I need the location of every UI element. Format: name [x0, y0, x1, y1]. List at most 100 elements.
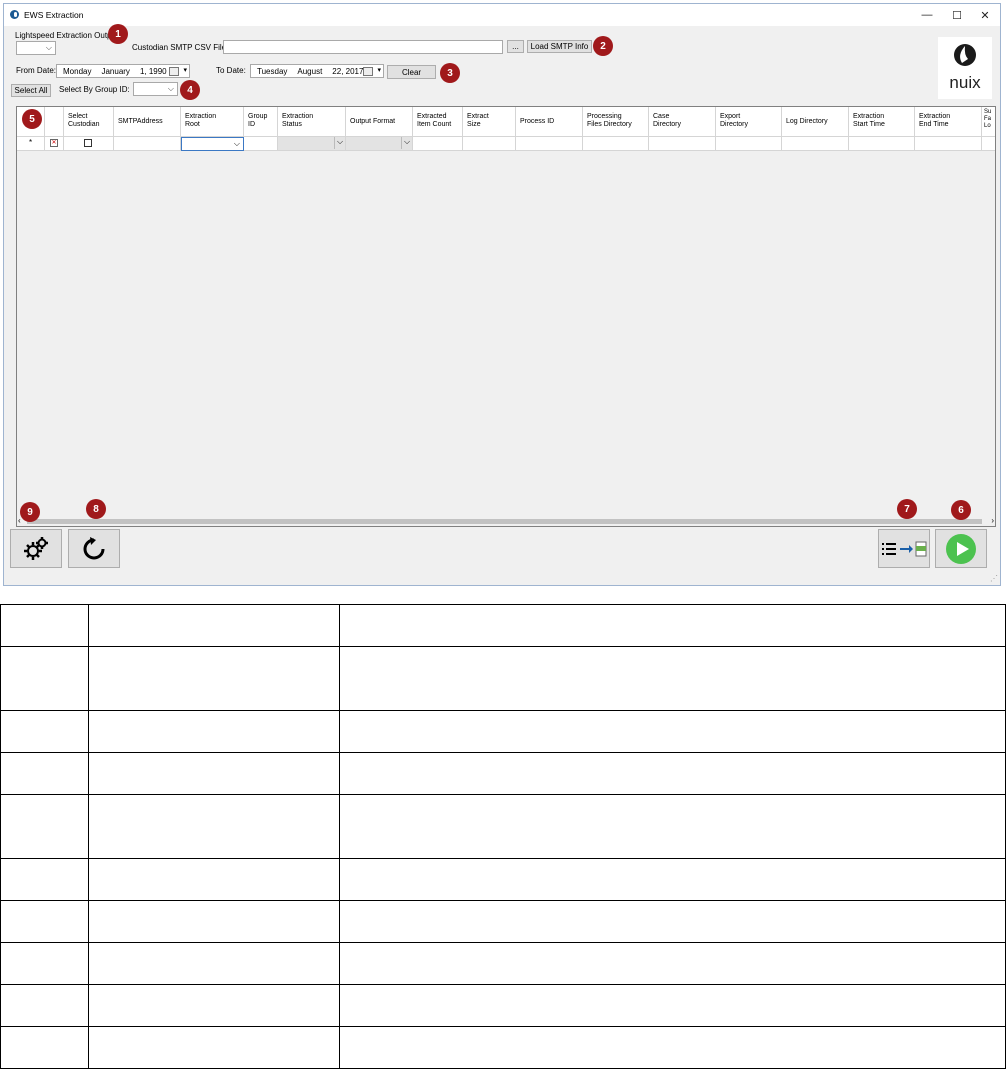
resize-grip-icon[interactable]: ⋰: [990, 574, 998, 583]
grid-column-process-id[interactable]: Process ID: [516, 107, 583, 137]
table-cell: [88, 942, 340, 985]
extraction-root-dropdown[interactable]: ⌵: [181, 137, 244, 151]
to-date-picker[interactable]: Tuesday August 22, 2017 ▾: [250, 64, 384, 78]
from-date-picker[interactable]: Monday January 1, 1990 ▾: [56, 64, 190, 78]
grid-column-smtp-address[interactable]: SMTPAddress: [114, 107, 181, 137]
smtp-address-cell[interactable]: [114, 137, 181, 151]
extract-size-cell[interactable]: [463, 137, 516, 151]
nuix-logo: nuix: [938, 37, 992, 99]
grid-column-extract-size[interactable]: Extract Size: [463, 107, 516, 137]
grid-column-extraction-end-time[interactable]: Extraction End Time: [915, 107, 982, 137]
table-cell: [0, 710, 89, 753]
table-cell: [0, 752, 89, 795]
table-cell: [88, 710, 340, 753]
table-cell: [339, 984, 1006, 1027]
refresh-icon: [83, 536, 105, 559]
callout-badge-2: 2: [593, 36, 613, 56]
output-format-dropdown[interactable]: ⌵: [346, 137, 413, 151]
grid-column-extraction-start-time[interactable]: Extraction Start Time: [849, 107, 915, 137]
callout-badge-4: 4: [180, 80, 200, 100]
minimize-button[interactable]: —: [912, 6, 942, 24]
extracted-item-count-cell[interactable]: [413, 137, 463, 151]
scroll-left-icon[interactable]: ‹: [18, 516, 21, 525]
log-directory-cell[interactable]: [782, 137, 849, 151]
extraction-start-time-cell[interactable]: [849, 137, 915, 151]
table-row: [0, 900, 1006, 943]
process-id-cell[interactable]: [516, 137, 583, 151]
table-row: [0, 984, 1006, 1027]
grid-column-truncated[interactable]: Su Fa Lo: [982, 107, 995, 137]
table-row: [0, 646, 1006, 711]
table-cell: [339, 710, 1006, 753]
scrollbar-thumb[interactable]: [27, 519, 982, 524]
select-custodian-checkbox[interactable]: [84, 139, 92, 147]
delete-cell: ✕: [45, 137, 64, 151]
table-cell: [88, 646, 340, 711]
browse-button[interactable]: ...: [507, 40, 524, 53]
custodian-grid[interactable]: Select Custodian SMTPAddress Extraction …: [16, 106, 996, 527]
grid-column-export-directory[interactable]: Export Directory: [716, 107, 782, 137]
select-all-button[interactable]: Select All: [11, 84, 51, 97]
custodian-csv-input[interactable]: [223, 40, 503, 54]
group-id-dropdown[interactable]: ⌵: [133, 82, 178, 96]
grid-column-select-custodian[interactable]: Select Custodian: [64, 107, 114, 137]
chevron-down-icon: ⌵: [167, 84, 174, 93]
table-row: [0, 752, 1006, 795]
table-cell: [88, 984, 340, 1027]
title-bar: EWS Extraction — ☐ ✕: [4, 4, 1000, 26]
settings-button[interactable]: [10, 529, 62, 568]
grid-column-extraction-status[interactable]: Extraction Status: [278, 107, 346, 137]
callout-badge-8: 8: [86, 499, 106, 519]
delete-icon[interactable]: ✕: [50, 139, 58, 147]
table-cell: [88, 858, 340, 901]
table-cell: [339, 752, 1006, 795]
to-date-day: Tuesday: [257, 66, 288, 76]
table-cell: [0, 1026, 89, 1069]
grid-column-output-format[interactable]: Output Format: [346, 107, 413, 137]
load-smtp-button[interactable]: Load SMTP Info: [527, 40, 592, 53]
new-row-marker: *: [17, 137, 45, 151]
clear-button[interactable]: Clear: [387, 65, 436, 79]
calendar-icon: [169, 67, 179, 76]
grid-column-extracted-item-count[interactable]: Extracted Item Count: [413, 107, 463, 137]
horizontal-scrollbar[interactable]: ‹ ›: [17, 516, 995, 526]
table-cell: [88, 752, 340, 795]
lightspeed-output-dropdown[interactable]: ⌵: [16, 41, 56, 55]
processing-files-directory-cell[interactable]: [583, 137, 649, 151]
close-button[interactable]: ✕: [970, 6, 1000, 24]
app-icon: [10, 10, 19, 19]
play-icon: [946, 533, 976, 564]
grid-body: Select Custodian SMTPAddress Extraction …: [17, 107, 995, 517]
scroll-right-icon[interactable]: ›: [991, 516, 994, 525]
group-id-cell[interactable]: [244, 137, 278, 151]
table-cell: [0, 604, 89, 647]
grid-column-group-id[interactable]: Group ID: [244, 107, 278, 137]
refresh-button[interactable]: [68, 529, 120, 568]
to-date-label: To Date:: [216, 66, 246, 75]
nuix-logo-text: nuix: [949, 73, 981, 92]
maximize-button[interactable]: ☐: [942, 6, 972, 24]
extraction-status-dropdown[interactable]: ⌵: [278, 137, 346, 151]
chevron-down-icon: ▾: [183, 67, 187, 74]
grid-column-case-directory[interactable]: Case Directory: [649, 107, 716, 137]
truncated-cell[interactable]: [982, 137, 995, 151]
run-extraction-button[interactable]: [935, 529, 987, 568]
table-cell: [88, 900, 340, 943]
table-cell: [339, 1026, 1006, 1069]
description-table: [0, 604, 1006, 1069]
chevron-down-icon: ⌵: [233, 139, 240, 148]
table-cell: [88, 1026, 340, 1069]
grid-column-log-directory[interactable]: Log Directory: [782, 107, 849, 137]
table-row: [0, 942, 1006, 985]
table-row: [0, 604, 1006, 647]
grid-column-extraction-root[interactable]: Extraction Root: [181, 107, 244, 137]
from-date-label: From Date:: [16, 66, 57, 75]
case-directory-cell[interactable]: [649, 137, 716, 151]
extraction-end-time-cell[interactable]: [915, 137, 982, 151]
from-date-day: Monday: [63, 66, 92, 76]
grid-column-processing-files-directory[interactable]: Processing Files Directory: [583, 107, 649, 137]
list-to-csv-icon: [882, 541, 927, 556]
to-date-month: August: [297, 66, 323, 76]
export-to-csv-button[interactable]: [878, 529, 930, 568]
export-directory-cell[interactable]: [716, 137, 782, 151]
